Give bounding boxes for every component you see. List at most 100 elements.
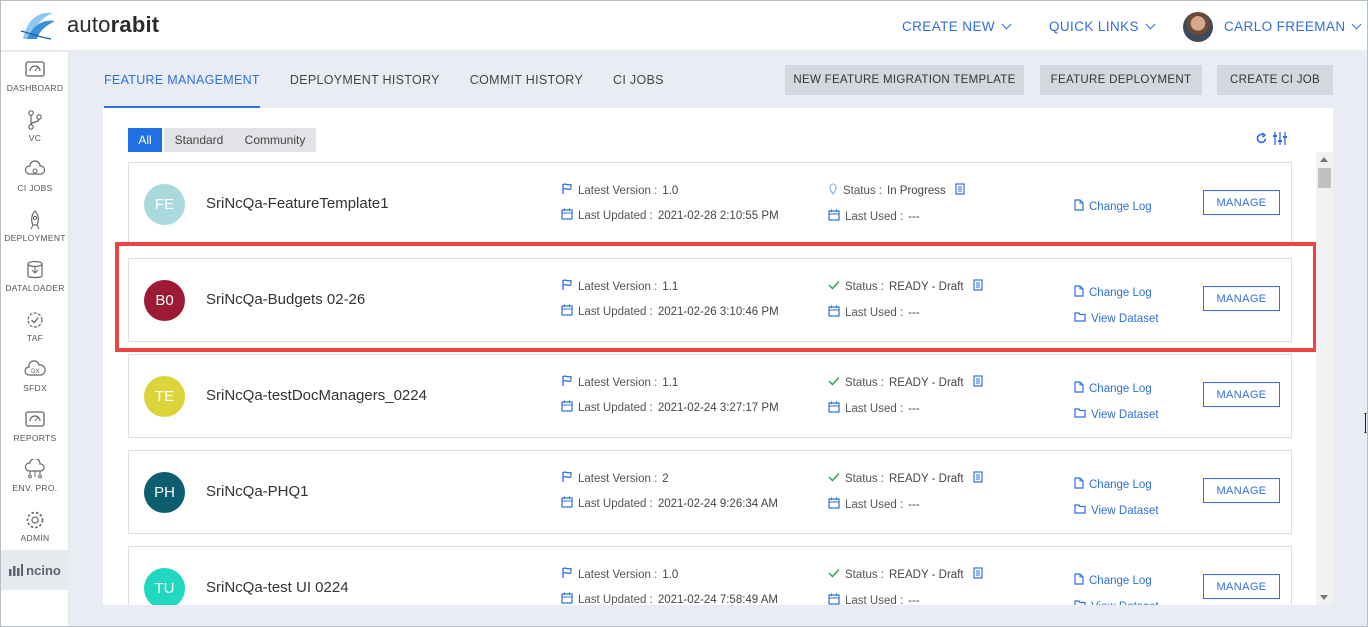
feature-card[interactable]: PH SriNcQa-PHQ1 Latest Version : 2 Last … <box>128 450 1292 534</box>
sidebar-item-sfdx[interactable]: DX SFDX <box>1 354 69 404</box>
view-dataset-link[interactable]: View Dataset <box>1074 312 1159 325</box>
manage-button[interactable]: MANAGE <box>1203 382 1280 407</box>
user-avatar[interactable] <box>1183 12 1213 42</box>
sidebar-item-vc[interactable]: VC <box>1 104 69 154</box>
feature-list-panel: All Standard Community FE SriNcQa-Featur… <box>103 108 1333 605</box>
vertical-scrollbar[interactable] <box>1316 152 1333 605</box>
new-feature-migration-template-button[interactable]: NEW FEATURE MIGRATION TEMPLATE <box>785 65 1024 95</box>
latest-version: Latest Version : 1.0 <box>561 183 678 198</box>
status: Status : READY - Draft <box>828 279 983 294</box>
quick-links-menu[interactable]: QUICK LINKS <box>1049 19 1156 34</box>
refresh-icon[interactable] <box>1255 132 1268 145</box>
sidebar-item-dataloader[interactable]: DATALOADER <box>1 254 69 304</box>
calendar-icon <box>828 401 840 416</box>
sidebar-item-deployment[interactable]: DEPLOYMENT <box>1 204 69 254</box>
feature-initials-avatar: TU <box>144 568 185 605</box>
calendar-icon <box>561 208 573 223</box>
last-used: Last Used : --- <box>828 209 920 224</box>
manage-button[interactable]: MANAGE <box>1203 286 1280 311</box>
latest-version: Latest Version : 1.0 <box>561 567 678 582</box>
sidebar-item-env-pro[interactable]: ENV. PRO. <box>1 454 69 504</box>
change-log-link[interactable]: Change Log <box>1074 477 1152 492</box>
feature-card[interactable]: B0 SriNcQa-Budgets 02-26 Latest Version … <box>128 258 1292 342</box>
feature-card[interactable]: TE SriNcQa-testDocManagers_0224 Latest V… <box>128 354 1292 438</box>
taf-icon <box>27 312 43 328</box>
last-updated: Last Updated : 2021-02-24 7:58:49 AM <box>561 592 778 605</box>
calendar-icon <box>561 496 573 511</box>
feature-deployment-button[interactable]: FEATURE DEPLOYMENT <box>1040 65 1202 95</box>
tab-commit-history[interactable]: COMMIT HISTORY <box>470 52 583 108</box>
sidebar-item-taf[interactable]: TAF <box>1 304 69 354</box>
folder-icon <box>1074 600 1086 605</box>
sidebar-item-admin[interactable]: ADMIN <box>1 504 69 554</box>
last-updated: Last Updated : 2021-02-24 3:27:17 PM <box>561 400 779 415</box>
create-ci-job-button[interactable]: CREATE CI JOB <box>1217 65 1333 95</box>
last-updated: Last Updated : 2021-02-24 9:26:34 AM <box>561 496 778 511</box>
deployment-icon <box>30 210 40 230</box>
flag-icon <box>561 375 573 390</box>
sidebar-item-dashboard[interactable]: DASHBOARD <box>1 54 69 104</box>
change-log-link[interactable]: Change Log <box>1074 285 1152 300</box>
tab-deployment-history[interactable]: DEPLOYMENT HISTORY <box>290 52 440 108</box>
autorabit-logo-icon <box>20 12 55 40</box>
sidebar-item-ci-jobs[interactable]: CI JOBS <box>1 154 69 204</box>
last-used: Last Used : --- <box>828 401 920 416</box>
feature-card[interactable]: FE SriNcQa-FeatureTemplate1 Latest Versi… <box>128 162 1292 246</box>
create-new-menu[interactable]: CREATE NEW <box>902 19 1012 34</box>
chevron-down-icon <box>1352 19 1362 30</box>
feature-initials-avatar: PH <box>144 472 185 513</box>
change-log-link[interactable]: Change Log <box>1074 573 1152 588</box>
tab-ci-jobs[interactable]: CI JOBS <box>613 52 664 108</box>
admin-icon <box>26 511 44 529</box>
notes-icon[interactable] <box>972 567 983 582</box>
filter-standard[interactable]: Standard <box>164 128 234 152</box>
flag-icon <box>561 471 573 486</box>
vc-icon <box>28 110 42 130</box>
view-dataset-link[interactable]: View Dataset <box>1074 504 1159 517</box>
view-dataset-link[interactable]: View Dataset <box>1074 408 1159 421</box>
file-icon <box>1074 381 1084 396</box>
status: Status : READY - Draft <box>828 471 983 486</box>
chevron-down-icon <box>1001 19 1012 30</box>
bar-chart-icon <box>9 564 24 576</box>
file-icon <box>1074 477 1084 492</box>
sidebar-item-reports[interactable]: REPORTS <box>1 404 69 454</box>
scroll-up-icon[interactable] <box>1320 157 1328 162</box>
view-dataset-link[interactable]: View Dataset <box>1074 600 1159 605</box>
check-icon <box>828 280 840 293</box>
feature-card[interactable]: TU SriNcQa-test UI 0224 Latest Version :… <box>128 546 1292 605</box>
check-icon <box>828 472 840 485</box>
feature-name[interactable]: SriNcQa-FeatureTemplate1 <box>206 195 389 212</box>
manage-button[interactable]: MANAGE <box>1203 190 1280 215</box>
user-menu[interactable]: CARLO FREEMAN <box>1224 19 1362 34</box>
calendar-icon <box>561 592 573 605</box>
scroll-thumb[interactable] <box>1318 168 1331 188</box>
scroll-down-icon[interactable] <box>1320 595 1328 600</box>
location-pin-icon <box>828 183 838 198</box>
ci-jobs-icon <box>24 160 46 175</box>
tab-feature-management[interactable]: FEATURE MANAGEMENT <box>104 52 260 108</box>
feature-name[interactable]: SriNcQa-test UI 0224 <box>206 579 349 596</box>
filter-settings-icon[interactable] <box>1273 132 1287 145</box>
notes-icon[interactable] <box>955 183 965 198</box>
filter-community[interactable]: Community <box>234 128 316 152</box>
change-log-link[interactable]: Change Log <box>1074 381 1152 396</box>
feature-name[interactable]: SriNcQa-Budgets 02-26 <box>206 291 365 308</box>
flag-icon <box>561 567 573 582</box>
notes-icon[interactable] <box>972 471 983 486</box>
folder-icon <box>1074 504 1086 517</box>
status: Status : In Progress <box>828 183 965 198</box>
manage-button[interactable]: MANAGE <box>1203 574 1280 599</box>
filter-all[interactable]: All <box>128 128 162 152</box>
notes-icon[interactable] <box>972 375 983 390</box>
change-log-link[interactable]: Change Log <box>1074 199 1152 214</box>
feature-name[interactable]: SriNcQa-testDocManagers_0224 <box>206 387 427 404</box>
notes-icon[interactable] <box>972 279 983 294</box>
manage-button[interactable]: MANAGE <box>1203 478 1280 503</box>
quick-links-label: QUICK LINKS <box>1049 19 1139 34</box>
calendar-icon <box>828 305 840 320</box>
tab-bar: FEATURE MANAGEMENT DEPLOYMENT HISTORY CO… <box>104 52 694 108</box>
ncino-logo: ncino <box>1 550 69 590</box>
calendar-icon <box>561 304 573 319</box>
feature-name[interactable]: SriNcQa-PHQ1 <box>206 483 309 500</box>
